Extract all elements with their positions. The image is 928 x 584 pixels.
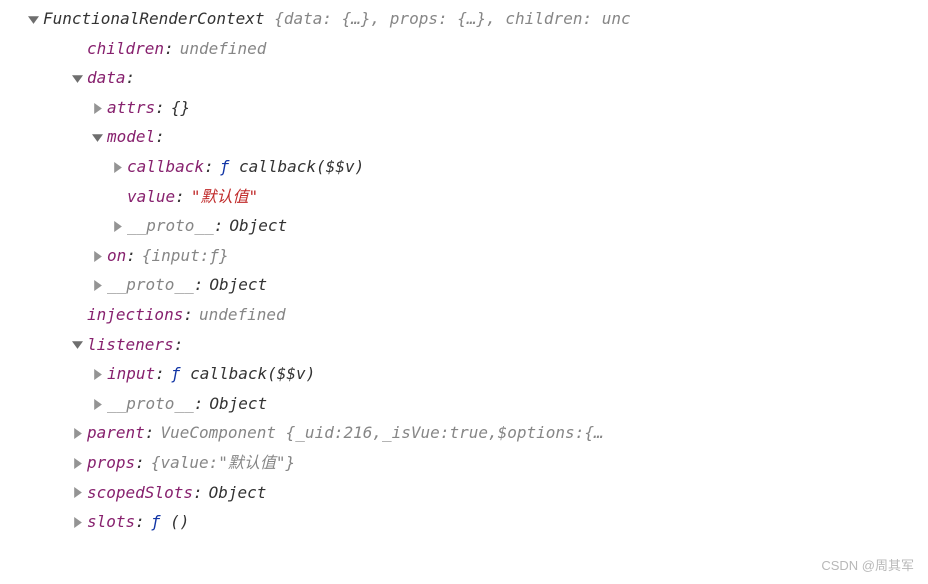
- prop-model-value[interactable]: value: "默认值": [4, 182, 928, 212]
- chevron-right-icon[interactable]: [92, 369, 103, 380]
- function-icon: ƒ: [220, 152, 230, 182]
- chevron-down-icon[interactable]: [72, 339, 83, 350]
- chevron-right-icon[interactable]: [72, 458, 83, 469]
- prop-data-proto[interactable]: __proto__: Object: [4, 270, 928, 300]
- key-scopedslots: scopedSlots: [87, 478, 193, 508]
- chevron-right-icon[interactable]: [92, 103, 103, 114]
- prop-scopedslots[interactable]: scopedSlots: Object: [4, 478, 928, 508]
- func-sig: (): [170, 507, 189, 537]
- prop-slots[interactable]: slots: ƒ (): [4, 507, 928, 537]
- val-string: "默认值": [191, 182, 258, 212]
- val-object: Object: [209, 270, 267, 300]
- chevron-down-icon[interactable]: [92, 132, 103, 143]
- func-sig: callback($$v): [239, 152, 364, 182]
- key-callback: callback: [127, 152, 204, 182]
- val-object: Object: [209, 389, 267, 419]
- func-sig: callback($$v): [190, 359, 315, 389]
- key-on: on: [107, 241, 126, 271]
- parent-type: VueComponent: [160, 418, 276, 448]
- function-icon: ƒ: [209, 241, 219, 271]
- props-value: "默认值": [218, 448, 285, 478]
- chevron-right-icon[interactable]: [112, 221, 123, 232]
- key-proto: __proto__: [127, 211, 214, 241]
- chevron-right-icon[interactable]: [72, 517, 83, 528]
- key-data: data: [87, 63, 126, 93]
- chevron-right-icon[interactable]: [92, 399, 103, 410]
- prop-model-callback[interactable]: callback: ƒ callback($$v): [4, 152, 928, 182]
- key-parent: parent: [87, 418, 145, 448]
- function-icon: ƒ: [151, 507, 161, 537]
- key-injections: injections: [87, 300, 183, 330]
- root-type: FunctionalRenderContext: [43, 4, 265, 34]
- prop-parent[interactable]: parent: VueComponent {_uid: 216, _isVue:…: [4, 418, 928, 448]
- chevron-right-icon[interactable]: [72, 428, 83, 439]
- key-listeners: listeners: [87, 330, 174, 360]
- prop-data-attrs[interactable]: attrs: {}: [4, 93, 928, 123]
- prop-props[interactable]: props: {value: "默认值"}: [4, 448, 928, 478]
- chevron-down-icon[interactable]: [72, 73, 83, 84]
- tree-root[interactable]: FunctionalRenderContext {data: {…}, prop…: [4, 4, 928, 34]
- root-preview: {data: {…}, props: {…}, children: unc: [274, 4, 630, 34]
- isvue-value: true: [449, 418, 488, 448]
- key-slots: slots: [87, 507, 135, 537]
- val-object: Object: [229, 211, 287, 241]
- key-input: input: [107, 359, 155, 389]
- on-preview-close: }: [219, 241, 229, 271]
- function-icon: ƒ: [171, 359, 181, 389]
- key-proto: __proto__: [107, 270, 194, 300]
- chevron-right-icon[interactable]: [92, 280, 103, 291]
- key-attrs: attrs: [107, 93, 155, 123]
- prop-listeners-input[interactable]: input: ƒ callback($$v): [4, 359, 928, 389]
- chevron-right-icon[interactable]: [112, 162, 123, 173]
- prop-listeners[interactable]: listeners:: [4, 330, 928, 360]
- prop-children[interactable]: children: undefined: [4, 34, 928, 64]
- key-value: value: [127, 182, 175, 212]
- prop-model-proto[interactable]: __proto__: Object: [4, 211, 928, 241]
- chevron-right-icon[interactable]: [92, 251, 103, 262]
- prop-injections[interactable]: injections: undefined: [4, 300, 928, 330]
- chevron-down-icon[interactable]: [28, 14, 39, 25]
- val-attrs: {}: [171, 93, 190, 123]
- key-children: children: [87, 34, 164, 64]
- val-object: Object: [209, 478, 267, 508]
- prop-data-model[interactable]: model:: [4, 122, 928, 152]
- on-preview-open: {input:: [142, 241, 209, 271]
- key-model: model: [107, 122, 155, 152]
- key-props: props: [87, 448, 135, 478]
- chevron-right-icon[interactable]: [72, 487, 83, 498]
- watermark: CSDN @周其军: [821, 554, 914, 578]
- prop-data-on[interactable]: on: {input: ƒ}: [4, 241, 928, 271]
- val-undefined: undefined: [199, 300, 286, 330]
- prop-listeners-proto[interactable]: __proto__: Object: [4, 389, 928, 419]
- prop-data[interactable]: data:: [4, 63, 928, 93]
- val-undefined: undefined: [180, 34, 267, 64]
- uid-value: 216: [343, 418, 372, 448]
- key-proto: __proto__: [107, 389, 194, 419]
